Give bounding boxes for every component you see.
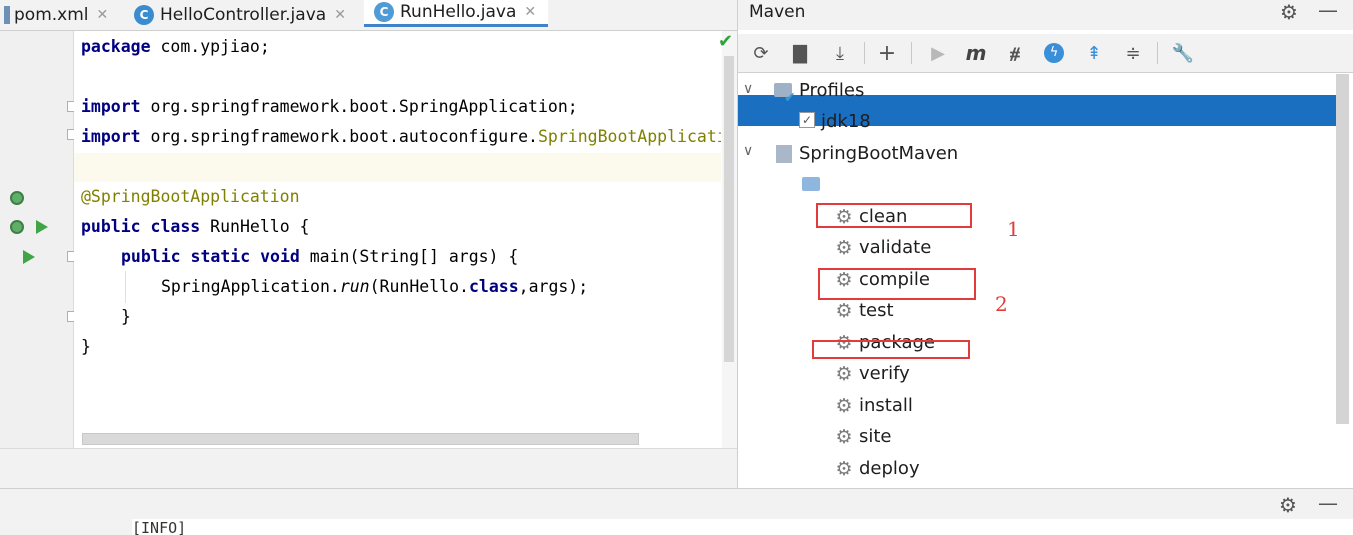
vertical-scrollbar[interactable] xyxy=(724,56,734,362)
gear-icon[interactable]: ⚙ xyxy=(1279,493,1297,517)
code-line: } xyxy=(121,307,131,326)
code-line: SpringApplication.run(RunHello.class,arg… xyxy=(161,277,589,296)
execute-goal-icon[interactable]: m xyxy=(963,40,989,66)
phase-install[interactable]: install xyxy=(859,390,913,421)
annotation-number-1: 1 xyxy=(1007,217,1020,241)
gear-icon: ⚙ xyxy=(835,300,853,322)
chevron-down-icon[interactable]: ∨ xyxy=(773,174,783,190)
annotation-number-2: 2 xyxy=(995,292,1008,316)
gear-icon: ⚙ xyxy=(835,458,853,480)
collapse-all-icon[interactable]: ≑ xyxy=(1120,40,1146,66)
tree-node-profiles[interactable]: Profiles xyxy=(799,75,864,106)
tab-run-hello[interactable]: C RunHello.java ✕ xyxy=(364,0,548,27)
chevron-down-icon[interactable]: ∨ xyxy=(743,81,753,97)
code-line: public class RunHello { xyxy=(81,217,310,236)
tree-node-jdk18[interactable]: jdk18 xyxy=(821,106,871,137)
highlight-box-package xyxy=(812,340,970,359)
tab-label: pom.xml xyxy=(14,5,89,25)
code-line: import org.springframework.boot.SpringAp… xyxy=(81,97,578,116)
gear-icon: ⚙ xyxy=(835,363,853,385)
lifecycle-folder-icon xyxy=(802,177,820,191)
code-line: @SpringBootApplication xyxy=(81,187,300,206)
maven-project-icon xyxy=(776,145,792,163)
spring-bean-icon[interactable] xyxy=(10,220,24,234)
tab-hello-controller[interactable]: C HelloController.java ✕ xyxy=(134,0,360,30)
skip-tests-icon[interactable]: ϟ xyxy=(1041,40,1067,66)
close-icon[interactable]: ✕ xyxy=(334,7,346,23)
toolbar-separator xyxy=(864,42,865,64)
code-line: } xyxy=(81,337,91,356)
tab-pom-xml[interactable]: pom.xml ✕ xyxy=(4,0,126,30)
indent-guide xyxy=(125,271,126,303)
reload-icon[interactable]: ⟳ xyxy=(748,40,774,66)
maven-file-icon xyxy=(4,6,10,24)
maven-toolbar: ⟳ ▇ ⤓ + ▶ m ⧣ ϟ ⇞ ≑ 🔧 xyxy=(738,34,1353,73)
tab-label: RunHello.java xyxy=(400,2,517,22)
show-dependencies-icon[interactable]: ⇞ xyxy=(1081,40,1107,66)
tree-node-lifecycle[interactable]: Lifecycle xyxy=(829,169,908,200)
code-editor[interactable]: package com.ypjiao; import org.springfra… xyxy=(74,31,721,448)
download-icon[interactable]: ⤓ xyxy=(827,40,853,66)
spring-bean-icon[interactable] xyxy=(10,191,24,205)
toggle-offline-icon[interactable]: ⧣ xyxy=(1002,40,1028,66)
phase-verify[interactable]: verify xyxy=(859,358,910,389)
gear-icon: ⚙ xyxy=(835,237,853,259)
minimize-icon[interactable]: — xyxy=(1318,491,1338,515)
add-icon[interactable]: + xyxy=(874,40,900,66)
bottom-tool-panel: ⚙ — [INFO] xyxy=(0,488,1353,535)
close-icon[interactable]: ✕ xyxy=(97,7,109,23)
horizontal-scrollbar[interactable] xyxy=(82,433,639,445)
maven-title: Maven xyxy=(749,2,806,22)
checkbox[interactable]: ✓ xyxy=(799,112,815,128)
phase-deploy[interactable]: deploy xyxy=(859,453,920,484)
check-icon: ✔ xyxy=(784,90,796,106)
generate-sources-icon[interactable]: ▇ xyxy=(787,40,813,66)
run-class-icon: C xyxy=(374,2,394,22)
minimize-icon[interactable]: — xyxy=(1318,0,1338,22)
editor-panel: pom.xml ✕ C HelloController.java ✕ C Run… xyxy=(0,0,737,489)
gear-icon: ⚙ xyxy=(835,395,853,417)
current-line-highlight xyxy=(74,153,721,182)
editor-bottom-strip xyxy=(0,448,737,489)
code-line: package com.ypjiao; xyxy=(81,37,270,56)
maven-panel: Maven ⚙ — ⟳ ▇ ⤓ + ▶ m ⧣ ϟ ⇞ ≑ 🔧 ∨ ✔ Prof… xyxy=(737,0,1353,488)
gear-icon[interactable]: ⚙ xyxy=(1280,0,1298,24)
toolbar-separator xyxy=(911,42,912,64)
run-icon[interactable]: ▶ xyxy=(925,40,951,66)
wrench-icon[interactable]: 🔧 xyxy=(1170,40,1196,66)
java-class-icon: C xyxy=(134,5,154,25)
checkmark-icon: ✔ xyxy=(718,31,734,52)
maven-header: Maven ⚙ — xyxy=(738,0,1353,30)
highlight-box-compile xyxy=(818,268,976,300)
highlight-box-clean xyxy=(816,203,972,228)
run-class-icon[interactable] xyxy=(36,220,48,234)
tab-label: HelloController.java xyxy=(160,5,327,25)
run-main-icon[interactable] xyxy=(23,250,35,264)
toolbar-separator xyxy=(1157,42,1158,64)
editor-gutter xyxy=(0,31,76,448)
vertical-scrollbar[interactable] xyxy=(1336,74,1349,424)
code-line: import org.springframework.boot.autoconf… xyxy=(81,127,721,146)
console-output: [INFO] xyxy=(132,519,1353,535)
tree-node-project[interactable]: SpringBootMaven xyxy=(799,138,958,169)
gear-icon: ⚙ xyxy=(835,426,853,448)
phase-validate[interactable]: validate xyxy=(859,232,931,263)
chevron-down-icon[interactable]: ∨ xyxy=(743,143,753,159)
phase-site[interactable]: site xyxy=(859,421,892,452)
editor-tab-bar: pom.xml ✕ C HelloController.java ✕ C Run… xyxy=(0,0,737,31)
code-line: public static void main(String[] args) { xyxy=(121,247,519,266)
close-icon[interactable]: ✕ xyxy=(524,4,536,20)
